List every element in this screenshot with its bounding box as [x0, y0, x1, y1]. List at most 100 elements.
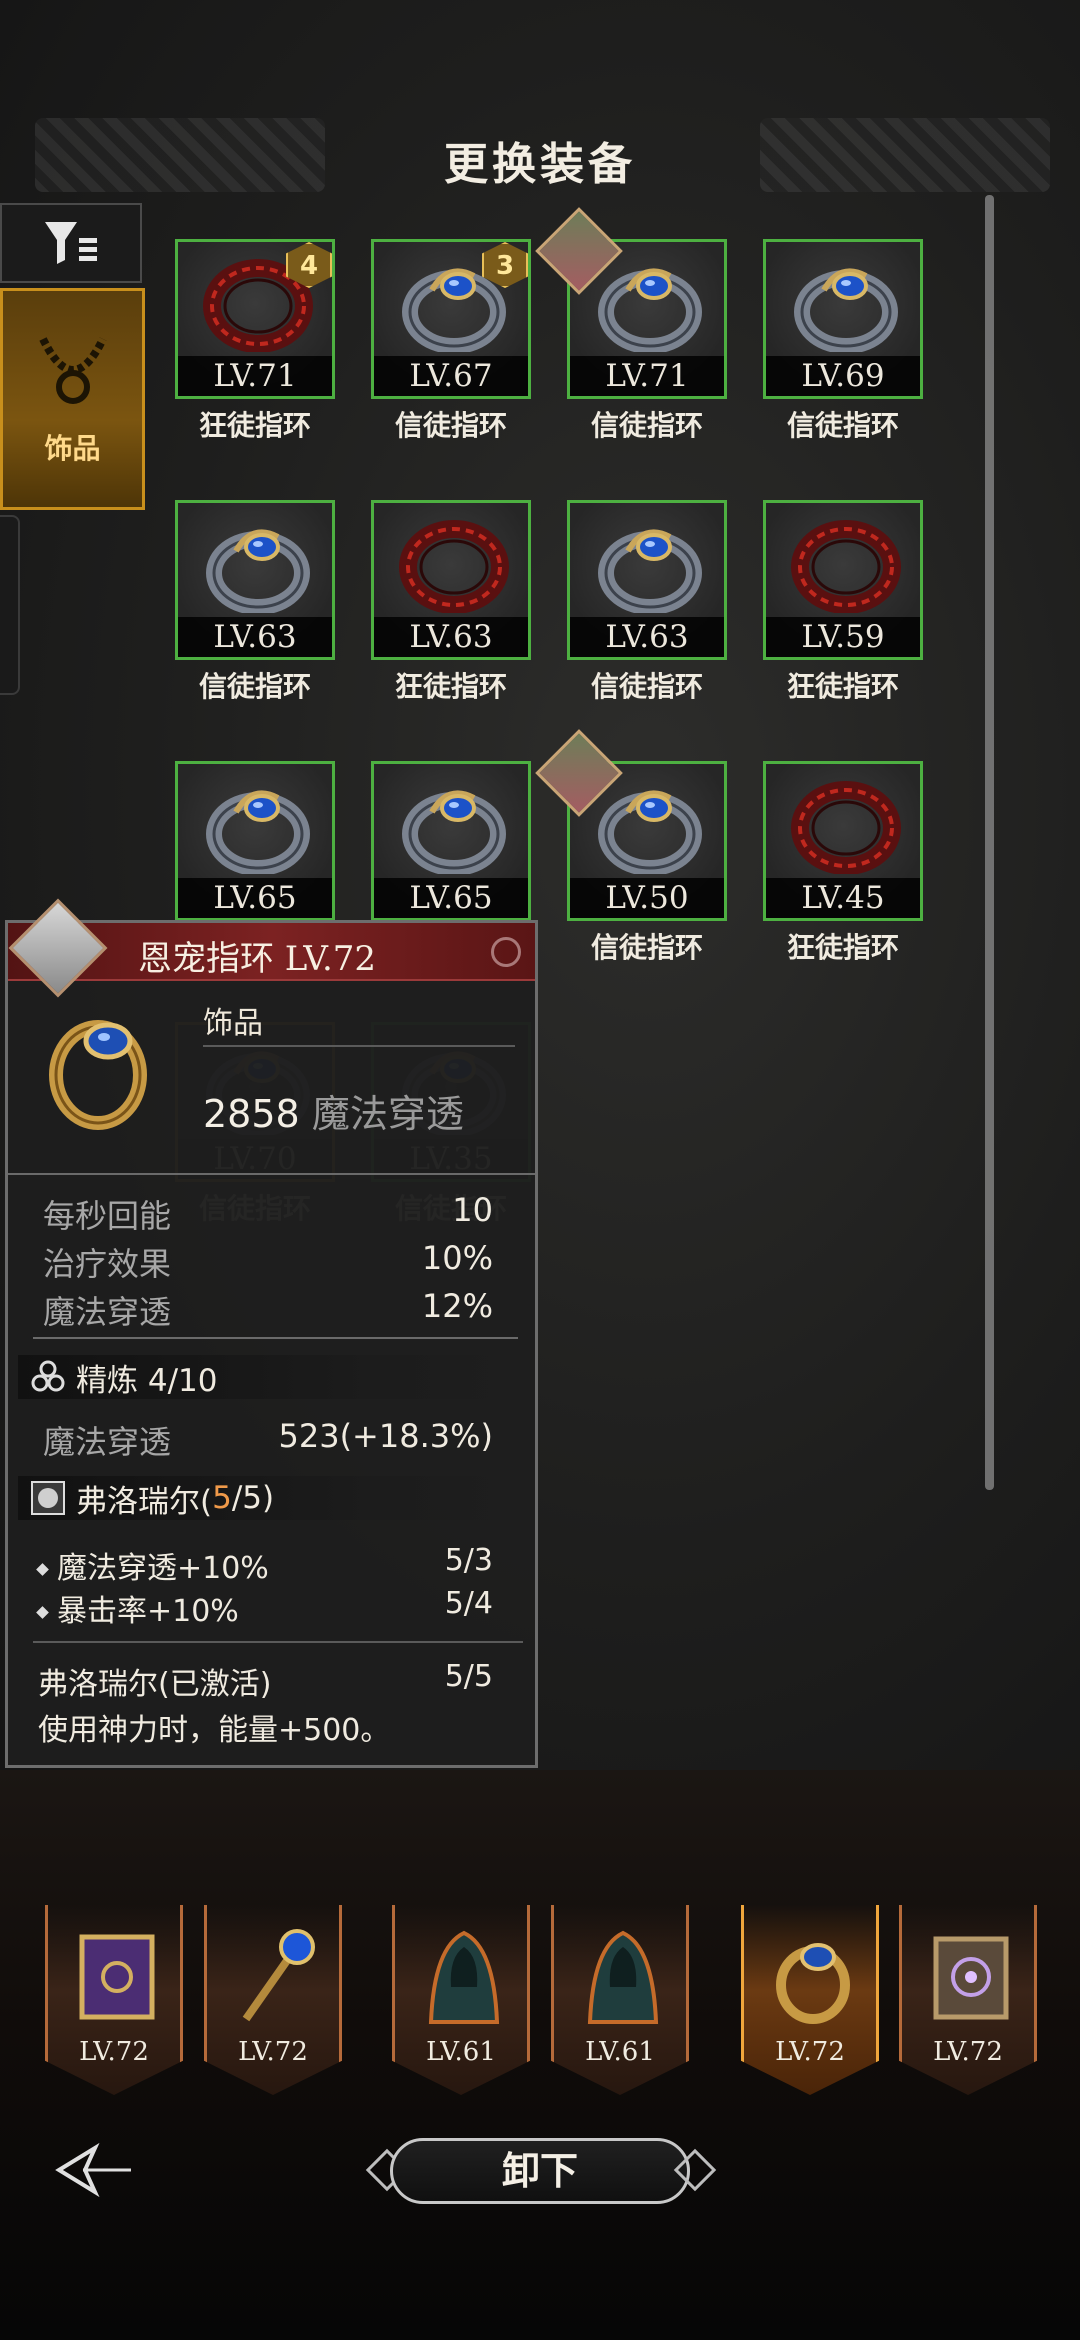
item-name: 信徒指环	[590, 670, 703, 703]
stat-label: 魔法穿透	[43, 1293, 172, 1331]
equipment-item[interactable]: LV.63	[371, 500, 531, 660]
item-level: LV.71	[570, 356, 724, 396]
crimson-ring-icon	[399, 520, 509, 613]
stat-row: 治疗效果 10%	[43, 1239, 493, 1285]
equipment-item[interactable]: LV.71	[535, 207, 727, 399]
item-level: LV.69	[766, 356, 920, 396]
unequip-button[interactable]: 卸下	[390, 2138, 690, 2204]
equipped-level: LV.72	[933, 2037, 1003, 2067]
set-effect-label: 暴击率+10%	[57, 1594, 239, 1629]
item-level: LV.45	[766, 878, 920, 918]
filter-icon	[45, 222, 97, 264]
scrollbar[interactable]	[985, 195, 994, 1490]
item-level: LV.50	[570, 878, 724, 918]
equipped-slot[interactable]: LV.72	[45, 1905, 183, 2095]
sapphire-ring-icon	[206, 790, 310, 874]
item-level: LV.59	[766, 617, 920, 657]
equipment-item[interactable]: LV.63	[567, 500, 727, 660]
tab-accessory-label: 饰品	[44, 432, 101, 465]
grimoire-icon	[933, 1936, 1009, 2020]
set-active-label: 弗洛瑞尔(已激活)	[38, 1667, 272, 1702]
item-detail-panel: 恩宠指环 LV.72 饰品 2858 魔法穿透 每秒回能 10 治疗效果 10%…	[5, 898, 538, 1768]
equipped-slot[interactable]: LV.72	[204, 1905, 342, 2095]
cloak-icon	[428, 1930, 500, 2024]
main-stat-value: 2858	[203, 1092, 300, 1136]
stat-value: 12%	[421, 1287, 493, 1325]
staff-icon	[242, 1929, 315, 2022]
set-effect-value: 5/3	[444, 1543, 493, 1578]
set-effect-label: 魔法穿透+10%	[57, 1551, 269, 1586]
refine-stat-row: 魔法穿透 523(+18.3%)	[43, 1417, 493, 1463]
item-level: LV.67	[374, 356, 528, 396]
lock-icon[interactable]	[491, 937, 521, 967]
set-effect-row: 魔法穿透+10% 5/3	[36, 1543, 493, 1587]
stat-label: 治疗效果	[43, 1245, 172, 1283]
tab-accessory[interactable]: 饰品	[0, 288, 145, 510]
item-name: 信徒指环	[786, 409, 899, 442]
divider	[33, 1337, 518, 1339]
equipment-item[interactable]: LV.50	[535, 729, 727, 921]
item-level: LV.65	[178, 878, 332, 918]
set-active-row: 弗洛瑞尔(已激活) 5/5	[38, 1659, 493, 1703]
sapphire-ring-icon	[206, 529, 310, 613]
stat-row: 每秒回能 10	[43, 1191, 493, 1237]
item-name: 狂徒指环	[786, 670, 899, 703]
back-button[interactable]	[55, 2140, 135, 2200]
set-hero-icon	[31, 1481, 65, 1515]
stat-value: 10%	[421, 1239, 493, 1277]
ring-icon	[49, 1020, 147, 1130]
crimson-ring-icon	[791, 520, 901, 613]
filter-button[interactable]	[0, 203, 142, 283]
detail-title: 恩宠指环 LV.72	[138, 939, 377, 979]
equipment-item[interactable]: 3 LV.67	[371, 239, 531, 399]
equipment-item[interactable]: LV.69	[763, 239, 923, 399]
item-name: 信徒指环	[590, 409, 703, 442]
equipment-item[interactable]: LV.65	[175, 761, 335, 921]
item-level: LV.71	[178, 356, 332, 396]
stat-value: 10	[452, 1191, 493, 1229]
set-active-desc: 使用神力时，能量+500。	[38, 1713, 391, 1748]
set-name: 弗洛瑞尔(	[76, 1483, 213, 1520]
refine-stat-label: 魔法穿透	[43, 1423, 172, 1461]
equipment-item[interactable]: LV.59	[763, 500, 923, 660]
equipped-level: LV.61	[426, 2037, 496, 2067]
item-name: 信徒指环	[590, 931, 703, 964]
item-level: LV.63	[570, 617, 724, 657]
item-level: LV.63	[374, 617, 528, 657]
set-count: 5	[212, 1480, 232, 1516]
divider	[33, 1641, 523, 1643]
item-level: LV.63	[178, 617, 332, 657]
detail-main-stat: 2858 魔法穿透	[203, 1083, 464, 1138]
equipped-level: LV.72	[775, 2037, 845, 2067]
equipment-item[interactable]: LV.45	[763, 761, 923, 921]
divider	[203, 1045, 515, 1047]
sapphire-ring-icon	[598, 268, 702, 352]
side-panel-handle[interactable]	[0, 515, 20, 695]
page-title: 更换装备	[444, 139, 636, 190]
bullet-icon	[36, 1606, 49, 1619]
sapphire-ring-icon	[402, 790, 506, 874]
main-stat-label: 魔法穿透	[311, 1092, 464, 1136]
crimson-ring-icon	[791, 781, 901, 874]
cloak-icon	[587, 1930, 659, 2024]
equipped-level: LV.72	[79, 2037, 149, 2067]
equipped-slot[interactable]: LV.72	[899, 1905, 1037, 2095]
sapphire-ring-icon	[598, 529, 702, 613]
equipped-slot[interactable]: LV.72	[741, 1905, 879, 2095]
equipped-level: LV.72	[238, 2037, 308, 2067]
set-total: /5)	[231, 1480, 275, 1516]
equipment-item[interactable]: LV.63	[175, 500, 335, 660]
equipped-slot[interactable]: LV.61	[551, 1905, 689, 2095]
detail-category: 饰品	[203, 1006, 263, 1041]
sapphire-ring-icon	[794, 268, 898, 352]
equipped-slot[interactable]: LV.61	[392, 1905, 530, 2095]
item-name: 狂徒指环	[786, 931, 899, 964]
refine-icon	[31, 1360, 65, 1392]
stat-label: 每秒回能	[43, 1197, 172, 1235]
necklace-icon	[39, 337, 107, 404]
equipment-item[interactable]: LV.65	[371, 761, 531, 921]
stat-row: 魔法穿透 12%	[43, 1287, 493, 1333]
bullet-icon	[36, 1563, 49, 1576]
equipped-level: LV.61	[585, 2037, 655, 2067]
equipment-item[interactable]: 4 LV.71	[175, 239, 335, 399]
